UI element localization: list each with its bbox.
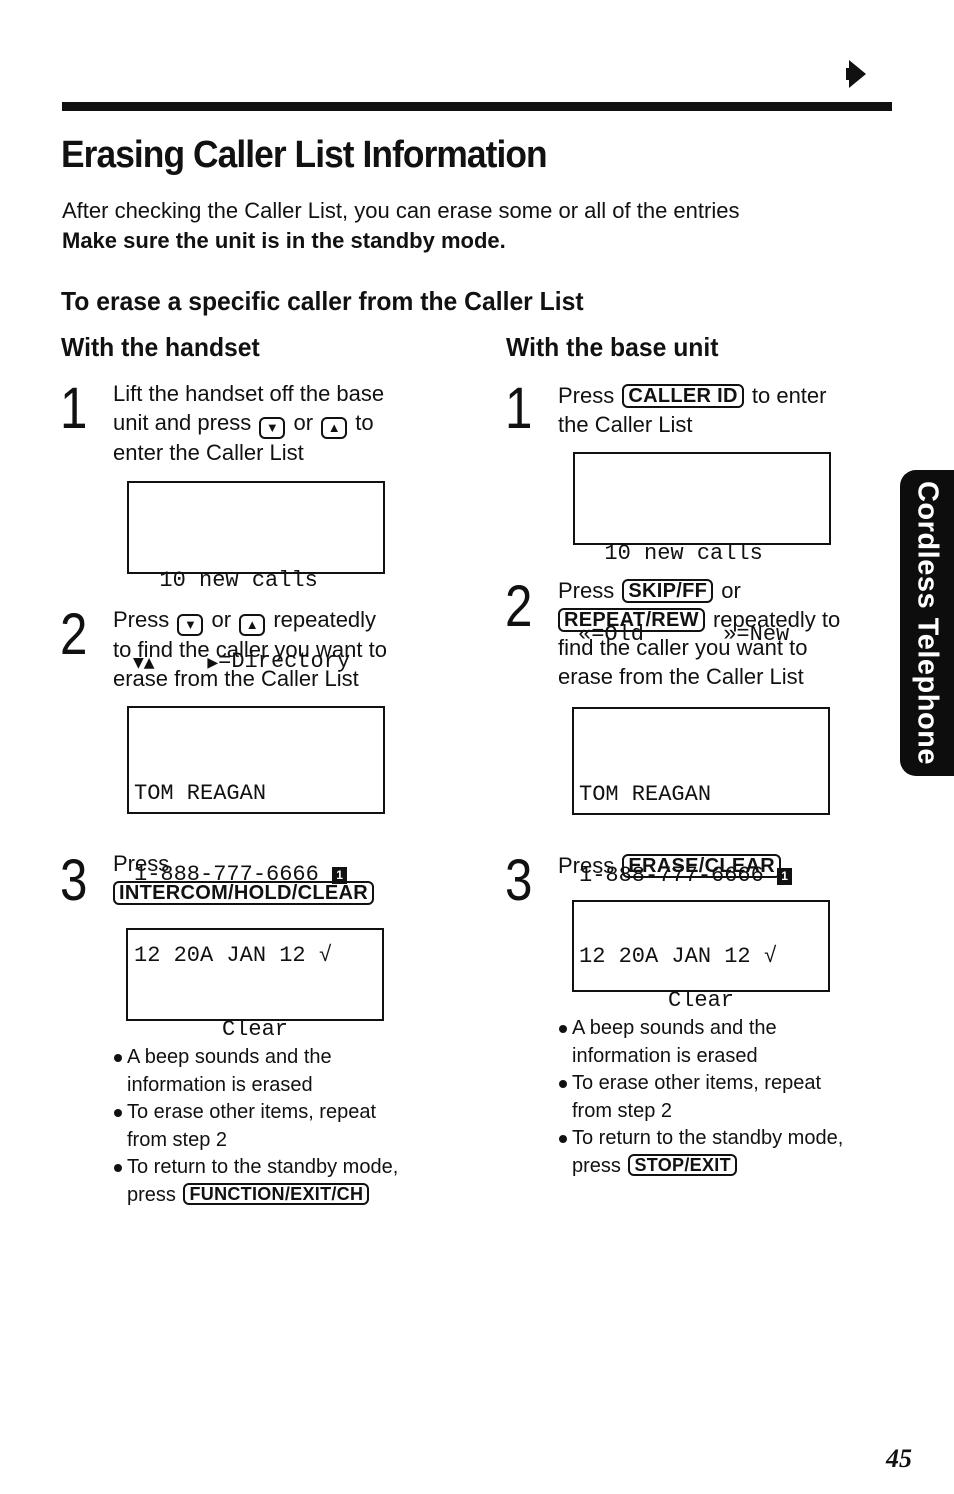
display-line: 10 new calls: [578, 541, 763, 566]
header-rule: [62, 102, 892, 111]
note-text: To erase other items, repeat: [127, 1101, 377, 1123]
up-key-button[interactable]: ▲: [321, 416, 348, 439]
base-step2-line2: REPEAT/REW repeatedly to: [558, 606, 840, 635]
base-step2-line4: erase from the Caller List: [558, 663, 804, 689]
handset-step2-line1: Press ▼ or ▲ repeatedly: [113, 606, 387, 636]
skip-ff-button[interactable]: SKIP/FF: [622, 579, 714, 603]
note-text: press: [572, 1154, 621, 1177]
intro-note: Make sure the unit is in the standby mod…: [62, 228, 506, 253]
handset-step2-line3: erase from the Caller List: [113, 665, 359, 691]
handset-step3-display: Clear: [126, 928, 384, 1042]
down-key-button[interactable]: ▼: [259, 416, 286, 439]
base-step1-line1: Press CALLER ID to enter: [558, 382, 826, 411]
note-item: To erase other items, repeat from step 2: [558, 1070, 843, 1125]
base-step2-line2-post: repeatedly to: [712, 606, 841, 632]
display-clear-text: Clear: [221, 1017, 288, 1042]
handset-step1-line1: Lift the handset off the base: [113, 381, 385, 406]
base-step1-line2: the Caller List: [558, 411, 693, 437]
handset-step2-text: Press ▼ or ▲ repeatedly to find the call…: [113, 606, 387, 693]
note-text: A beep sounds and the: [127, 1046, 332, 1068]
base-step2-line1: Press SKIP/FF or: [558, 577, 840, 606]
section-heading: To erase a specific caller from the Call…: [61, 286, 584, 316]
caller-id-button[interactable]: CALLER ID: [622, 384, 744, 408]
intro: After checking the Caller List, you can …: [62, 196, 739, 256]
base-step2-number: 2: [505, 574, 533, 639]
erase-clear-button[interactable]: ERASE/CLEAR: [622, 854, 782, 878]
handset-step1-number: 1: [60, 376, 88, 441]
press-text: Press: [558, 383, 615, 408]
base-notes: A beep sounds and the information is eras…: [558, 1015, 843, 1180]
caller-name: TOM REAGAN: [579, 782, 712, 807]
handset-step1-line3: enter the Caller List: [113, 439, 304, 465]
base-step3-text: Press ERASE/CLEAR: [558, 852, 783, 881]
base-step2-text: Press SKIP/FF or REPEAT/REW repeatedly t…: [558, 577, 840, 691]
note-text: To erase other items, repeat: [572, 1072, 822, 1094]
handset-step1-line2: unit and press ▼ or ▲ to: [113, 409, 384, 439]
handset-step1-text: Lift the handset off the base unit and p…: [113, 380, 384, 467]
display-clear-text: Clear: [667, 988, 734, 1013]
note-text: from step 2: [127, 1128, 228, 1151]
note-text: press: [127, 1183, 176, 1206]
handset-notes: A beep sounds and the information is eras…: [113, 1044, 398, 1209]
handset-step3-text: Press INTERCOM/HOLD/CLEAR: [113, 850, 376, 907]
down-key-button[interactable]: ▼: [177, 614, 204, 636]
handset-step1-display: 10 new calls ▼▲ ▶=Directory: [127, 481, 385, 674]
press-text: Press: [558, 853, 615, 878]
note-text: from step 2: [572, 1099, 673, 1122]
base-step1-number: 1: [505, 376, 533, 441]
base-heading: With the base unit: [506, 332, 719, 362]
press-text: Press: [558, 578, 615, 603]
note-text: A beep sounds and the: [572, 1017, 777, 1039]
note-text: To return to the standby mode,: [572, 1127, 844, 1149]
note-item: To return to the standby mode, press STOP…: [558, 1125, 843, 1180]
base-step1-text: Press CALLER ID to enter the Caller List: [558, 382, 826, 439]
or-text: or: [721, 578, 741, 603]
function-exit-ch-button[interactable]: FUNCTION/EXIT/CH: [183, 1182, 370, 1205]
handset-step2-line1-post: repeatedly: [273, 607, 377, 632]
base-step2-line3: find the caller you want to: [558, 635, 808, 660]
base-step1-display: 10 new calls «=Old »=New: [573, 452, 831, 647]
display-line: 10 new calls: [133, 568, 318, 593]
page-title: Erasing Caller List Information: [61, 134, 548, 176]
handset-step1-line2-post: to: [355, 409, 374, 435]
note-item: A beep sounds and the information is eras…: [558, 1015, 843, 1070]
right-arrow-icon: [846, 60, 866, 88]
caller-name: TOM REAGAN: [134, 781, 267, 806]
or-text: or: [211, 607, 232, 632]
note-text: To return to the standby mode,: [127, 1156, 399, 1178]
handset-step2-line2: to find the caller you want to: [113, 637, 387, 662]
intercom-hold-clear-button[interactable]: INTERCOM/HOLD/CLEAR: [113, 880, 375, 905]
note-item: To return to the standby mode, press FUNC…: [113, 1154, 398, 1209]
section-side-tab: Cordless Telephone: [900, 470, 954, 776]
page-number: 45: [886, 1444, 912, 1473]
handset-heading: With the handset: [61, 332, 260, 362]
intro-text: After checking the Caller List, you can …: [62, 198, 740, 223]
handset-step3-number: 3: [60, 848, 88, 913]
base-step2-display: TOM REAGAN 1-888-777-6666 1 12 20A JAN 1…: [572, 707, 830, 969]
base-step3-display: Clear: [572, 900, 830, 1013]
handset-step2-display: TOM REAGAN 1-888-777-6666 1 12 20A JAN 1…: [127, 706, 385, 968]
repeat-rew-button[interactable]: REPEAT/REW: [558, 607, 705, 632]
handset-step1-line2-pre: unit and press: [113, 409, 252, 435]
side-tab-label: Cordless Telephone: [911, 480, 944, 766]
note-text: information is erased: [127, 1073, 313, 1096]
up-key-button[interactable]: ▲: [239, 614, 266, 636]
note-item: To erase other items, repeat from step 2: [113, 1099, 398, 1154]
press-text: Press: [113, 607, 170, 632]
stop-exit-button[interactable]: STOP/EXIT: [628, 1153, 737, 1176]
handset-step2-number: 2: [60, 602, 88, 667]
or-text: or: [293, 409, 314, 435]
note-item: A beep sounds and the information is eras…: [113, 1044, 398, 1099]
press-text: Press: [113, 851, 170, 876]
base-step3-number: 3: [505, 848, 533, 913]
base-step1-line1-post: to enter: [751, 383, 827, 408]
note-text: information is erased: [572, 1044, 758, 1067]
